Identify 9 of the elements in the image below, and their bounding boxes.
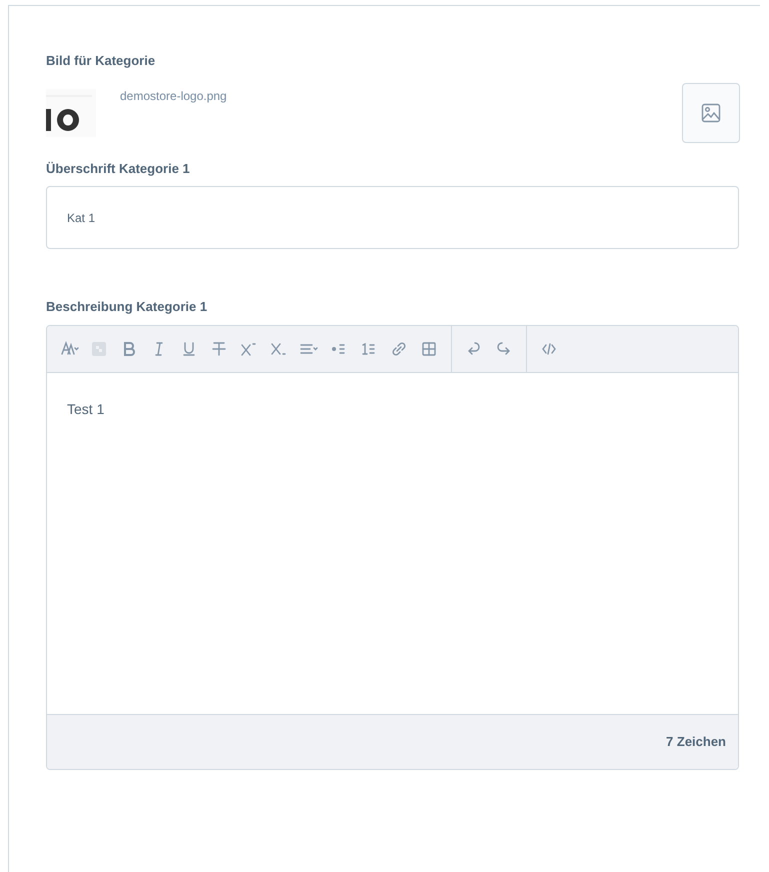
field-label: Beschreibung Kategorie 1 [46, 298, 208, 316]
field-label: Überschrift Kategorie 1 [46, 160, 190, 178]
text-input[interactable]: Kat 1 [46, 186, 739, 249]
character-count: 7 Zeichen [666, 732, 726, 751]
field-label: Bild für Kategorie [46, 52, 156, 70]
editor-text: Test 1 [67, 400, 104, 418]
image-button[interactable] [682, 82, 740, 142]
file-name: demostore-logo.png [120, 88, 227, 104]
image-icon [701, 102, 721, 122]
